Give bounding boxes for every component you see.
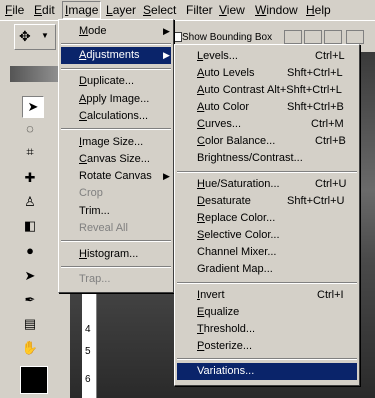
menu-filter[interactable]: Filter [184,2,215,18]
align-bottom-icon[interactable] [324,30,342,44]
notes-tool-icon[interactable]: ▤ [20,314,40,334]
lasso-tool-icon[interactable]: ◌ [20,118,40,138]
chevron-right-icon: ▶ [163,50,170,60]
menu-item-canvas-size[interactable]: Canvas Size... [61,151,171,168]
menu-edit[interactable]: Edit [32,2,57,18]
menu-item-selective-color[interactable]: Selective Color... [177,227,357,244]
path-selection-icon[interactable]: ➤ [20,266,40,286]
menu-item-crop: Crop [79,187,103,199]
menu-layer[interactable]: Layer [104,2,138,18]
menu-separator [61,266,171,268]
menu-help[interactable]: Help [304,2,333,18]
align-left-icon[interactable] [346,30,364,44]
menu-item-curves[interactable]: Curves... Ctrl+M [177,116,357,133]
menu-separator [61,43,171,45]
menu-separator [177,171,357,173]
menu-separator [177,282,357,284]
crop-tool-icon[interactable]: ⌗ [20,142,40,162]
move-tool-preset-button[interactable]: ✥ ▼ [14,24,56,50]
show-bounding-box-label: Show Bounding Box [182,32,273,43]
menu-item-channel-mixer[interactable]: Channel Mixer... [177,244,357,261]
chevron-down-icon: ▼ [41,31,49,40]
menu-item-replace-color[interactable]: Replace Color... [177,210,357,227]
menu-item-variations[interactable]: Variations... [177,363,357,380]
menu-item-equalize[interactable]: Equalize [177,304,357,321]
align-top-icon[interactable] [284,30,302,44]
menu-item-color-balance[interactable]: Color Balance... Ctrl+B [177,133,357,150]
ruler-number: 6 [85,374,91,385]
menu-separator [61,128,171,130]
menu-item-reveal-all: Reveal All [79,222,128,234]
menu-item-apply-image[interactable]: Apply Image... [61,91,171,108]
menu-item-invert[interactable]: Invert Ctrl+I [177,287,357,304]
menu-item-rotate-canvas[interactable]: Rotate Canvas ▶ [61,168,171,185]
chevron-right-icon: ▶ [163,171,170,181]
menu-separator [177,358,357,360]
menu-separator [61,68,171,70]
menu-select[interactable]: Select [141,2,178,18]
menu-item-auto-color[interactable]: Auto Color Shft+Ctrl+B [177,99,357,116]
menu-window[interactable]: Window [253,2,300,18]
menu-item-posterize[interactable]: Posterize... [177,338,357,355]
hand-tool-icon[interactable]: ✋ [20,338,40,358]
align-middle-icon[interactable] [304,30,322,44]
menu-image[interactable]: Image [62,1,102,19]
adjustments-submenu: Levels... Ctrl+L Auto Levels Shft+Ctrl+L A… [174,44,360,386]
chevron-right-icon: ▶ [163,26,170,36]
menu-item-desaturate[interactable]: Desaturate Shft+Ctrl+U [177,193,357,210]
menu-item-levels[interactable]: Levels... Ctrl+L [177,48,357,65]
blur-tool-icon[interactable]: ● [20,240,40,260]
ruler-number: 4 [85,324,91,335]
menu-item-calculations[interactable]: Calculations... [61,108,171,125]
menu-item-adjustments[interactable]: Adjustments ▶ [61,47,171,64]
foreground-color-swatch[interactable] [20,366,48,394]
clone-stamp-icon[interactable]: ♙ [20,192,40,212]
menu-file[interactable]: File [3,2,26,18]
ruler-number: 5 [85,346,91,357]
menu-separator [61,240,171,242]
menu-item-histogram[interactable]: Histogram... [61,246,171,263]
menu-item-image-size[interactable]: Image Size... [61,134,171,151]
menu-item-hue-saturation[interactable]: Hue/Saturation... Ctrl+U [177,176,357,193]
menu-item-gradient-map[interactable]: Gradient Map... [177,261,357,278]
move-icon: ✥ [19,28,31,44]
menu-item-mode[interactable]: Mode ▶ [61,23,171,40]
menu-item-auto-levels[interactable]: Auto Levels Shft+Ctrl+L [177,65,357,82]
eraser-tool-icon[interactable]: ◧ [20,216,40,236]
pen-tool-icon[interactable]: ✒ [20,290,40,310]
menu-item-threshold[interactable]: Threshold... [177,321,357,338]
menu-bar: File Edit Image Layer Select Filter View… [0,0,375,20]
move-tool-icon[interactable]: ➤ [22,96,44,118]
menu-item-duplicate[interactable]: Duplicate... [61,73,171,90]
healing-brush-icon[interactable]: ✚ [20,168,40,188]
menu-item-brightness-contrast[interactable]: Brightness/Contrast... [177,150,357,167]
menu-view[interactable]: View [217,2,247,18]
menu-item-trim[interactable]: Trim... [61,203,171,220]
menu-item-auto-contrast[interactable]: Auto Contrast Alt+Shft+Ctrl+L [177,82,357,99]
menu-item-trap: Trap... [79,273,111,285]
image-menu: Mode ▶ Adjustments ▶ Duplicate... Apply Im… [58,19,174,293]
